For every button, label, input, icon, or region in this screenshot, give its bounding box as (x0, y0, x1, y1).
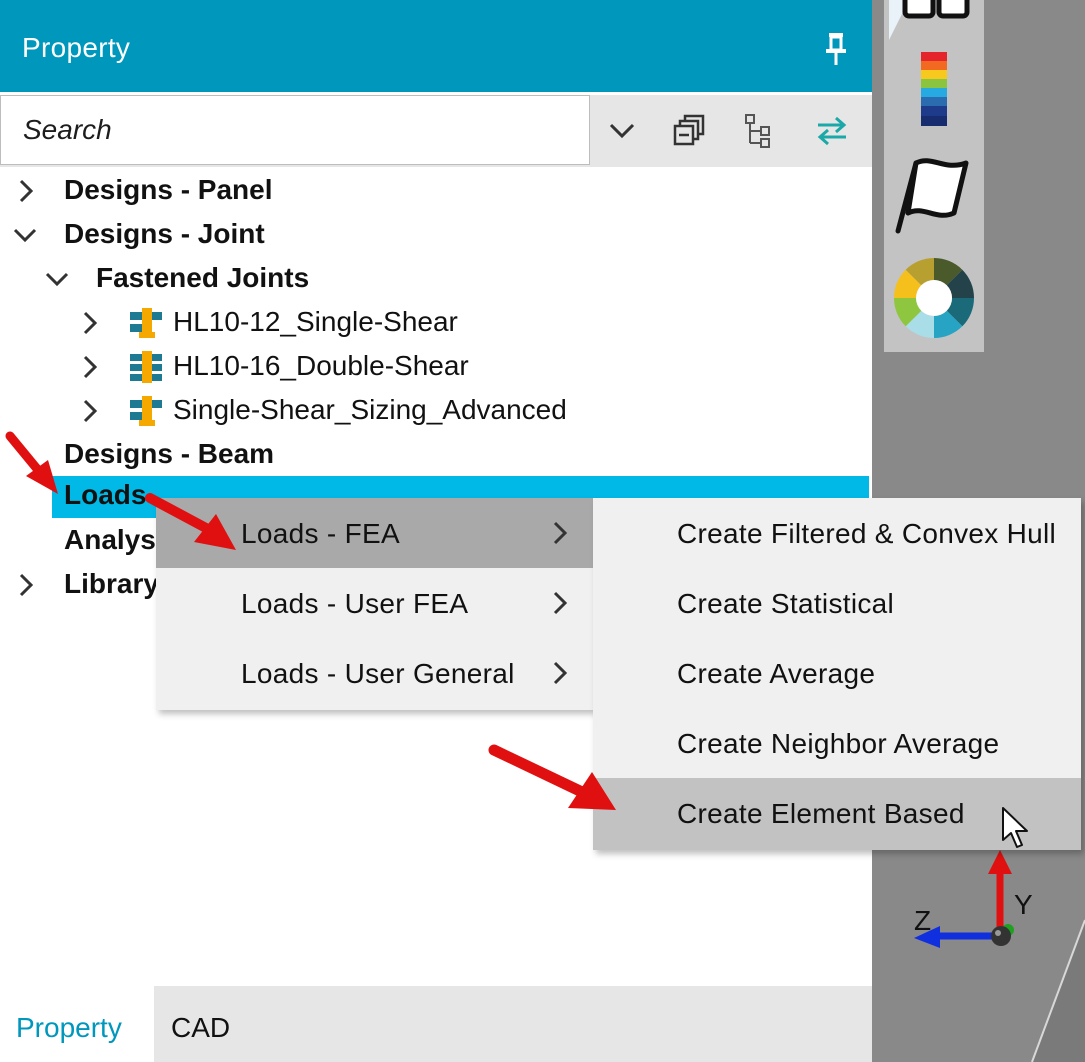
pin-icon[interactable] (818, 30, 854, 66)
tree-label: HL10-12_Single-Shear (173, 306, 458, 337)
panel-title-bar: Property (0, 0, 872, 92)
tab-property[interactable]: Property (0, 986, 154, 1062)
tree-label: Single-Shear_Sizing_Advanced (173, 394, 567, 425)
chevron-right-icon[interactable] (76, 354, 102, 380)
search-row (0, 95, 872, 167)
glasses-icon[interactable] (884, 0, 984, 40)
color-scale-icon[interactable] (884, 48, 984, 132)
fastener-joint-icon (130, 308, 162, 338)
tree-label: Library (64, 568, 159, 599)
chevron-right-icon[interactable] (12, 572, 38, 598)
chevron-right-icon[interactable] (76, 310, 102, 336)
tree-item-joint[interactable]: HL10-16_Double-Shear (0, 346, 872, 390)
axis-triad: Z Y (914, 850, 1033, 948)
tree-item-fastened-joints[interactable]: Fastened Joints (0, 258, 872, 302)
menu-item-label: Loads - User General (241, 658, 515, 689)
loads-fea-submenu: Create Filtered & Convex Hull Create Sta… (593, 498, 1081, 850)
menu-item-create-neighbor-average[interactable]: Create Neighbor Average (593, 708, 1081, 778)
chevron-right-icon[interactable] (12, 178, 38, 204)
menu-item-create-statistical[interactable]: Create Statistical (593, 568, 1081, 638)
chevron-down-icon[interactable] (44, 266, 70, 292)
tree-item-designs-panel[interactable]: Designs - Panel (0, 170, 872, 214)
tree-label: Designs - Panel (64, 174, 273, 205)
tab-label: CAD (171, 1012, 231, 1043)
search-input[interactable] (0, 95, 590, 165)
tree-label: Designs - Joint (64, 218, 265, 249)
menu-item-loads-user-fea[interactable]: Loads - User FEA (156, 568, 594, 638)
menu-item-label: Create Average (677, 658, 876, 689)
menu-item-label: Create Statistical (677, 588, 895, 619)
axis-z-label: Z (914, 905, 931, 936)
tree-view-icon[interactable] (736, 107, 784, 155)
annotation-arrow-icon (488, 744, 616, 810)
tree-item-designs-joint[interactable]: Designs - Joint (0, 214, 872, 258)
chevron-down-icon[interactable] (598, 107, 646, 155)
menu-item-create-filtered-convex-hull[interactable]: Create Filtered & Convex Hull (593, 498, 1081, 568)
annotation-arrow-icon (5, 431, 58, 494)
tree-label: Designs - Beam (64, 438, 275, 469)
annotation-arrow-icon (145, 493, 236, 550)
submenu-arrow-icon (553, 661, 568, 685)
axis-y-label: Y (1014, 889, 1033, 920)
tree-item-joint[interactable]: HL10-12_Single-Shear (0, 302, 872, 346)
flag-icon[interactable] (884, 150, 984, 236)
sync-arrows-icon[interactable] (808, 107, 856, 155)
menu-item-create-average[interactable]: Create Average (593, 638, 1081, 708)
tree-label: Fastened Joints (96, 262, 310, 293)
tab-label: Property (16, 1012, 122, 1043)
submenu-arrow-icon (553, 521, 568, 545)
menu-item-loads-user-general[interactable]: Loads - User General (156, 638, 594, 708)
menu-item-label: Create Neighbor Average (677, 728, 1000, 759)
chevron-down-icon[interactable] (12, 222, 38, 248)
menu-item-label: Create Element Based (677, 798, 965, 829)
bottom-tab-bar: Property CAD (0, 986, 872, 1062)
menu-item-label: Create Filtered & Convex Hull (677, 518, 1057, 549)
color-wheel-icon[interactable] (884, 254, 984, 342)
fastener-joint-icon (130, 396, 162, 426)
menu-item-label: Loads - FEA (241, 518, 400, 549)
panel-title: Property (22, 32, 131, 63)
submenu-arrow-icon (553, 591, 568, 615)
tree-label: HL10-16_Double-Shear (173, 350, 469, 381)
chevron-right-icon[interactable] (76, 398, 102, 424)
collapse-all-icon[interactable] (666, 107, 714, 155)
fastener-joint-icon (130, 351, 162, 383)
tree-item-designs-beam[interactable]: Designs - Beam (0, 434, 872, 478)
menu-item-label: Loads - User FEA (241, 588, 469, 619)
mouse-cursor-icon (1002, 807, 1028, 848)
tree-item-joint[interactable]: Single-Shear_Sizing_Advanced (0, 390, 872, 434)
tree-label: Loads (64, 479, 147, 510)
